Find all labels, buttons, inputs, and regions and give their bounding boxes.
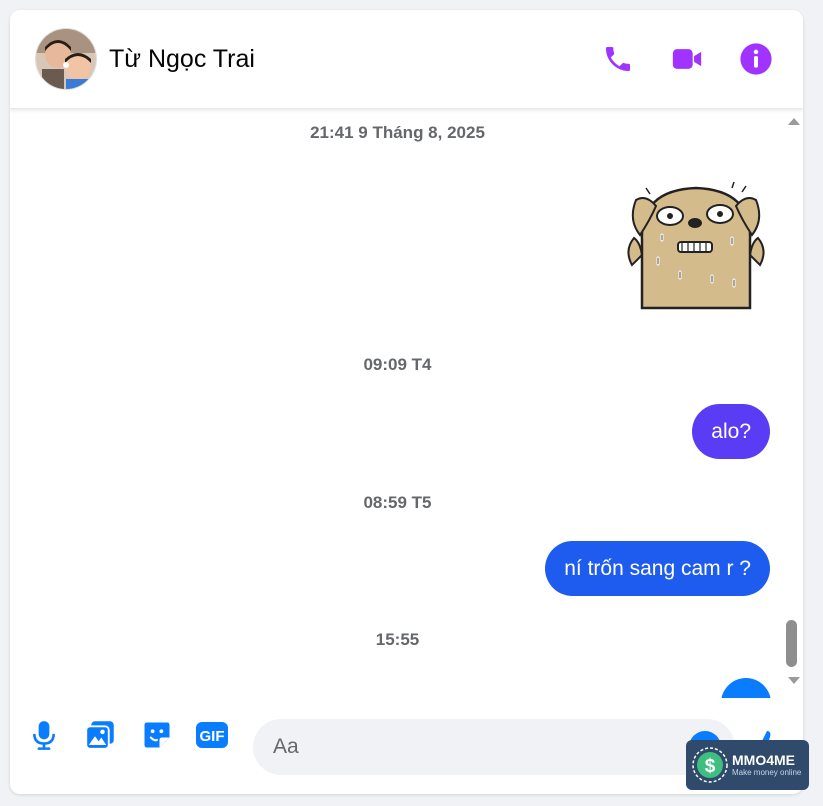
phone-icon [606,47,630,71]
message-bubble-outgoing[interactable]: alo? [692,404,770,459]
info-icon [740,43,772,75]
scroll-down-arrow-icon[interactable] [788,677,800,684]
sweating-dog-sticker[interactable] [622,180,770,315]
watermark-brand: MMO4ME [732,751,795,768]
composer-bar: GIF [10,698,803,794]
message-bubble-partial[interactable] [721,678,771,698]
chat-header: Từ Ngọc Trai [10,10,803,109]
gif-icon: GIF [196,722,228,748]
watermark-badge: $ MMO4ME Make money online [686,740,809,790]
watermark-tagline: Make money online [732,767,802,777]
sticker-icon [144,722,170,748]
gif-button[interactable]: GIF [196,719,228,751]
attach-image-button[interactable] [84,719,116,751]
svg-text:GIF: GIF [200,728,225,745]
avatar-photo [36,29,96,89]
timestamp: 08:59 T5 [363,493,432,512]
message-bubble-outgoing[interactable]: ní trốn sang cam r ? [545,541,770,596]
watermark-text: MMO4ME Make money online [732,751,802,778]
sticker-button[interactable] [141,719,173,751]
microphone-icon [33,721,55,750]
image-icon [85,721,114,750]
video-icon [672,49,702,69]
message-list[interactable]: 21:41 9 Tháng 8, 2025 09:09 T4 alo? 08:5… [10,110,803,698]
scroll-thumb[interactable] [786,620,797,667]
svg-text:$: $ [705,756,716,777]
scroll-up-arrow-icon[interactable] [788,118,800,125]
video-call-button[interactable] [670,42,704,76]
scrollbar[interactable] [783,110,803,698]
header-actions [601,42,773,76]
message-input[interactable] [253,719,735,775]
contact-name: Từ Ngọc Trai [109,44,255,73]
timestamp: 21:41 9 Tháng 8, 2025 [310,123,485,142]
voice-clip-button[interactable] [28,719,60,751]
avatar[interactable] [35,28,97,90]
call-button[interactable] [601,42,635,76]
timestamp: 09:09 T4 [363,355,432,374]
timestamp: 15:55 [375,630,420,649]
dollar-logo-icon: $ [692,747,728,783]
info-button[interactable] [739,42,773,76]
chat-window: Từ Ngọc Trai 21:41 9 Tháng 8, 2025 09:09… [10,10,803,794]
